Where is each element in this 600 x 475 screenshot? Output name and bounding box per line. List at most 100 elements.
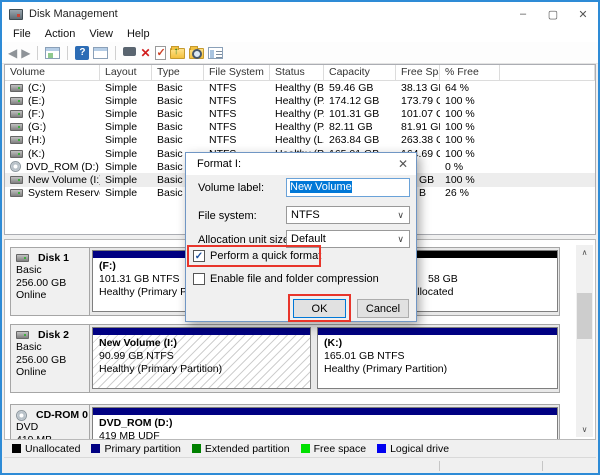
col-volume[interactable]: Volume [5,65,100,80]
folder-search-icon[interactable] [189,48,204,59]
compression-checkbox[interactable] [193,273,205,285]
dialog-title-bar: Format I: ✕ [186,153,416,175]
unallocated-size: 58 GB [398,273,557,286]
table-row[interactable]: (H:) Simple Basic NTFS Healthy (L... 263… [5,134,595,147]
cell-layout: Simple [100,147,152,160]
menu-help[interactable]: Help [120,28,157,40]
file-system-select[interactable]: NTFS ∨ [286,206,410,224]
unallocated-label: Unallocated [398,286,557,299]
close-button[interactable]: ✕ [568,2,598,26]
menu-view[interactable]: View [82,28,120,40]
col-status[interactable]: Status [270,65,324,80]
volume-name: (F:) [28,108,44,120]
table-row[interactable]: (G:) Simple Basic NTFS Healthy (P... 82.… [5,121,595,134]
volume-name: (E:) [28,95,45,107]
delete-icon[interactable]: ✕ [140,46,150,60]
cell-capacity: 263.84 GB [324,134,396,147]
col-pct-free[interactable]: % Free [440,65,500,80]
cell-status: Healthy (P... [270,121,324,134]
cell-fs: NTFS [204,121,270,134]
cdrom-0-info[interactable]: CD-ROM 0 DVD 419 MB Online [11,405,90,440]
status-separator [439,461,440,471]
folder-up-icon[interactable] [170,48,185,59]
compression-label: Enable file and folder compression [210,273,379,285]
partition-k[interactable]: (K:) 165.01 GB NTFS Healthy (Primary Par… [317,327,558,389]
table-row[interactable]: (C:) Simple Basic NTFS Healthy (B... 59.… [5,81,595,94]
cell-pct: 0 % [440,160,500,173]
minimize-button[interactable]: – [508,2,538,26]
table-row[interactable]: (F:) Simple Basic NTFS Healthy (P... 101… [5,107,595,120]
cell-pct: 100 % [440,134,500,147]
toolbar-separator [37,46,38,60]
scroll-up-arrow[interactable]: ∧ [576,245,593,260]
legend-bar: Unallocated Primary partition Extended p… [4,440,596,457]
cell-fs: NTFS [204,134,270,147]
cell-fs: NTFS [204,107,270,120]
cell-layout: Simple [100,107,152,120]
console-tree-icon[interactable] [45,47,60,59]
disk-1-info[interactable]: Disk 1 Basic 256.00 GB Online [11,248,90,315]
cell-free: 263.38 GB [396,134,440,147]
scrollbar-thumb[interactable] [577,293,592,339]
partition-dvd-rom[interactable]: DVD_ROM (D:) 419 MB UDF Healthy (Primary… [92,407,558,440]
drive-icon [10,150,23,158]
legend-label: Logical drive [390,443,449,455]
selected-text: New Volume [290,181,352,193]
cell-type: Basic [152,81,204,94]
back-icon[interactable]: ◀ [8,47,17,59]
cancel-button[interactable]: Cancel [357,299,409,318]
disk-2-info[interactable]: Disk 2 Basic 256.00 GB Online [11,325,90,392]
drive-icon [10,136,23,144]
disc-icon [10,161,21,172]
col-file-system[interactable]: File System [204,65,270,80]
legend-swatch-unallocated [12,444,21,453]
table-row[interactable]: (E:) Simple Basic NTFS Healthy (P... 174… [5,94,595,107]
help-icon[interactable]: ? [75,46,89,60]
check-glyph: ✓ [157,46,166,59]
action-bubble-icon[interactable] [123,47,136,56]
forward-icon[interactable]: ▶ [21,47,30,59]
col-capacity[interactable]: Capacity [324,65,396,80]
status-separator [542,461,543,471]
primary-partition-bar [93,328,310,335]
dialog-close-icon[interactable]: ✕ [398,157,408,171]
col-type[interactable]: Type [152,65,204,80]
cdrom-0-row: CD-ROM 0 DVD 419 MB Online DVD_ROM (D:) … [10,404,560,440]
cell-pct: 100 % [440,121,500,134]
legend-swatch-primary [91,444,100,453]
menu-file[interactable]: File [6,28,38,40]
disk-type: Basic [16,264,89,277]
col-layout[interactable]: Layout [100,65,152,80]
cell-layout: Simple [100,173,152,186]
cell-free: 38.13 GB [396,81,440,94]
dialog-title: Format I: [197,158,241,170]
title-bar: Disk Management – ▢ ✕ [2,2,598,26]
volume-label-label: Volume label: [198,182,264,194]
window-title: Disk Management [29,8,118,20]
cell-status: Healthy (B... [270,81,324,94]
disk-name: CD-ROM 0 [36,409,88,421]
drive-icon [10,123,23,131]
cell-capacity: 101.31 GB [324,107,396,120]
cell-status: Healthy (P... [270,94,324,107]
disk-2-row: Disk 2 Basic 256.00 GB Online New Volume… [10,324,560,393]
volume-label-input[interactable]: New Volume [286,178,410,197]
allocation-value: Default [291,233,326,245]
maximize-button[interactable]: ▢ [538,2,568,26]
volume-name: New Volume (I:) [28,174,100,186]
cell-pct: 100 % [440,94,500,107]
legend-item: Free space [301,443,367,455]
menu-action[interactable]: Action [38,28,83,40]
action-pane-icon[interactable] [93,47,108,59]
col-free-space[interactable]: Free Spa... [396,65,440,80]
partition-i-formatting[interactable]: New Volume (I:) 90.99 GB NTFS Healthy (P… [92,327,311,389]
drive-icon [10,97,23,105]
volume-name: (H:) [28,134,46,146]
check-document-icon[interactable]: ✓ [155,46,166,60]
vertical-scrollbar[interactable]: ∧ ∨ [576,245,593,437]
scroll-down-arrow[interactable]: ∨ [576,422,593,437]
file-system-label: File system: [198,210,257,222]
properties-icon[interactable] [208,47,223,59]
legend-swatch-free-space [301,444,310,453]
cell-layout: Simple [100,187,152,200]
